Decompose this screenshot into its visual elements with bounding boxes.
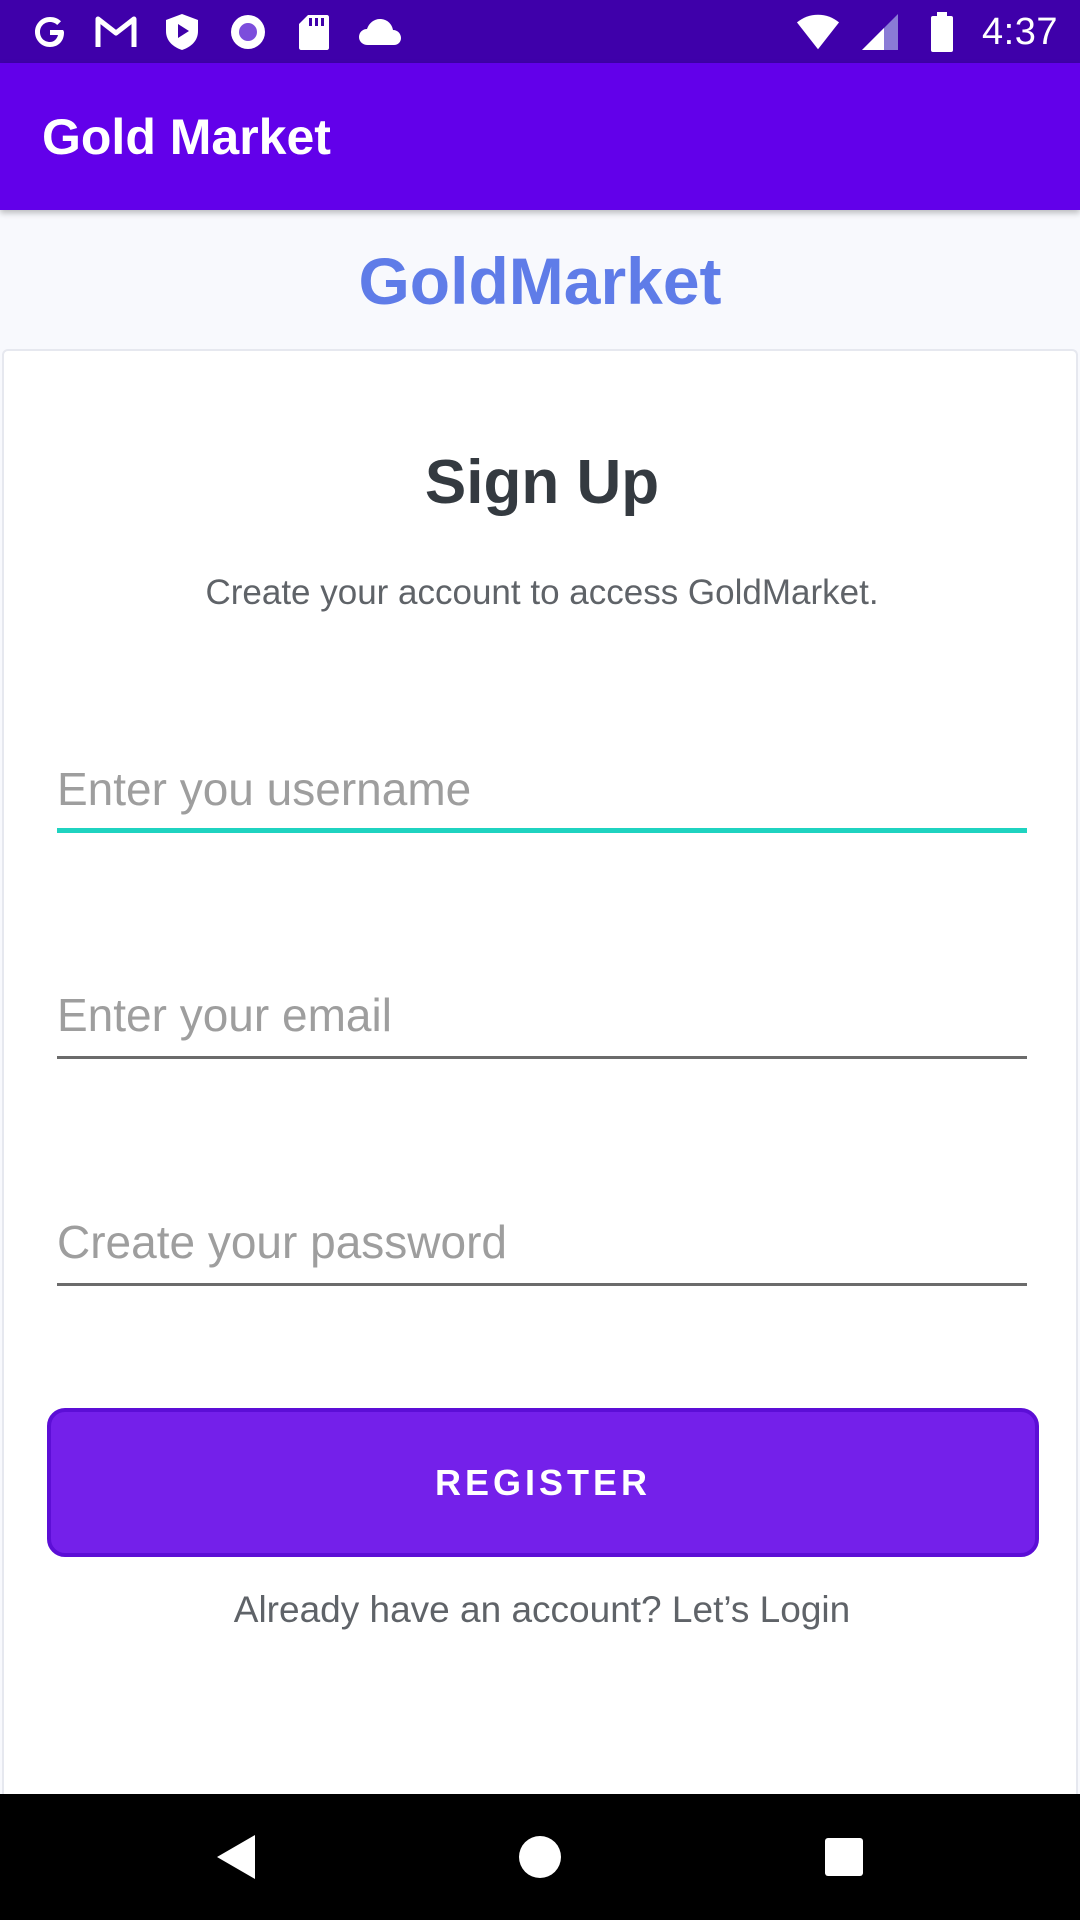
cloud-icon: [358, 10, 402, 54]
signup-subtitle: Create your account to access GoldMarket…: [205, 573, 879, 612]
back-icon[interactable]: [203, 1824, 269, 1890]
sd-card-icon: [292, 10, 336, 54]
register-button[interactable]: REGISTER: [47, 1408, 1039, 1557]
password-input[interactable]: [57, 1202, 1027, 1282]
battery-icon: [920, 10, 964, 54]
brand-title: GoldMarket: [358, 244, 722, 318]
notification-icons: [28, 10, 402, 54]
username-field[interactable]: [57, 749, 1027, 833]
email-input[interactable]: [57, 975, 1027, 1055]
signup-title: Sign Up: [424, 448, 660, 517]
navigation-bar: [0, 1794, 1080, 1920]
wifi-icon: [796, 10, 840, 54]
signal-icon: [858, 10, 902, 54]
email-field[interactable]: [57, 975, 1027, 1059]
system-status-icons: 4:37: [796, 8, 1058, 56]
signup-card: Sign Up Create your account to access Go…: [2, 349, 1078, 1794]
password-field[interactable]: [57, 1202, 1027, 1286]
gmail-icon: [94, 10, 138, 54]
login-link[interactable]: Already have an account? Let’s Login: [4, 1589, 1080, 1631]
google-icon: [28, 10, 72, 54]
circle-app-icon: [226, 10, 270, 54]
play-shield-icon: [160, 10, 204, 54]
status-bar: 4:37: [0, 0, 1080, 63]
clock: 4:37: [982, 10, 1058, 53]
app-bar: Gold Market: [0, 63, 1080, 210]
username-input[interactable]: [57, 749, 1027, 829]
recents-icon[interactable]: [811, 1824, 877, 1890]
app-title: Gold Market: [42, 109, 331, 165]
home-icon[interactable]: [507, 1824, 573, 1890]
